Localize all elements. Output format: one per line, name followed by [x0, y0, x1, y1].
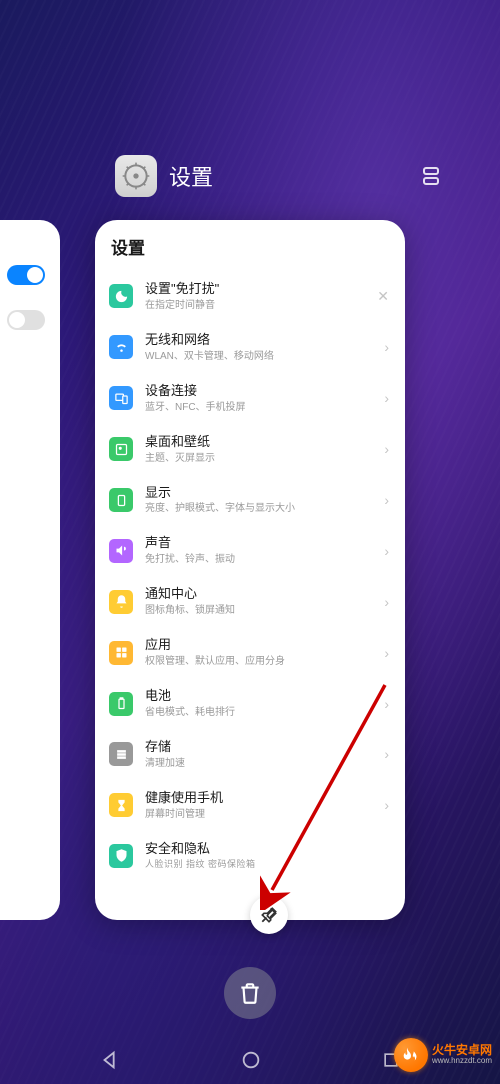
wifi-icon	[109, 335, 133, 359]
chevron-right-icon: ›	[384, 696, 389, 712]
chevron-right-icon: ›	[384, 390, 389, 406]
settings-row-sound[interactable]: 声音免打扰、铃声、振动 ›	[97, 525, 403, 576]
settings-list: 设置"免打扰"在指定时间静音 ✕ 无线和网络WLAN、双卡管理、移动网络 › 设…	[95, 271, 405, 880]
shield-icon	[109, 844, 133, 868]
watermark-url: www.hnzzdt.com	[432, 1057, 492, 1066]
recent-apps-header: 设置	[0, 155, 500, 197]
settings-row-security[interactable]: 安全和隐私人脸识别 指纹 密码保险箱	[97, 831, 403, 881]
settings-row-wallpaper[interactable]: 桌面和壁纸主题、灭屏显示 ›	[97, 424, 403, 475]
toggle-switch[interactable]	[7, 310, 45, 330]
storage-icon	[109, 742, 133, 766]
clear-all-button[interactable]	[224, 967, 276, 1019]
settings-row-battery[interactable]: 电池省电模式、耗电排行 ›	[97, 678, 403, 729]
settings-row-storage[interactable]: 存储清理加速 ›	[97, 729, 403, 780]
chevron-right-icon: ›	[384, 645, 389, 661]
bell-icon	[109, 590, 133, 614]
settings-row-device[interactable]: 设备连接蓝牙、NFC、手机投屏 ›	[97, 373, 403, 424]
app-title: 设置	[169, 160, 417, 192]
close-icon[interactable]: ✕	[377, 288, 389, 305]
chevron-right-icon: ›	[384, 339, 389, 355]
moon-icon	[109, 284, 133, 308]
battery-icon	[109, 692, 133, 716]
wallpaper-icon	[109, 437, 133, 461]
sound-icon	[109, 539, 133, 563]
chevron-right-icon: ›	[384, 543, 389, 559]
settings-app-card[interactable]: 设置 设置"免打扰"在指定时间静音 ✕ 无线和网络WLAN、双卡管理、移动网络 …	[95, 220, 405, 920]
watermark-logo-icon	[394, 1038, 428, 1072]
settings-row-wireless[interactable]: 无线和网络WLAN、双卡管理、移动网络 ›	[97, 322, 403, 373]
chevron-right-icon: ›	[384, 594, 389, 610]
settings-row-health[interactable]: 健康使用手机屏幕时间管理 ›	[97, 780, 403, 831]
toggle-switch[interactable]	[7, 265, 45, 285]
chevron-right-icon: ›	[384, 492, 389, 508]
pin-button[interactable]	[250, 896, 288, 934]
settings-row-apps[interactable]: 应用权限管理、默认应用、应用分身 ›	[97, 627, 403, 678]
chevron-right-icon: ›	[384, 441, 389, 457]
previous-app-card[interactable]	[0, 220, 60, 920]
settings-row-dnd[interactable]: 设置"免打扰"在指定时间静音 ✕	[97, 271, 403, 322]
display-icon	[109, 488, 133, 512]
home-button[interactable]	[240, 1049, 262, 1071]
back-button[interactable]	[99, 1049, 121, 1071]
settings-row-notification[interactable]: 通知中心图标角标、锁屏通知 ›	[97, 576, 403, 627]
hourglass-icon	[109, 793, 133, 817]
layout-toggle-button[interactable]	[417, 162, 445, 190]
device-icon	[109, 386, 133, 410]
chevron-right-icon: ›	[384, 797, 389, 813]
card-title: 设置	[95, 220, 405, 271]
apps-icon	[109, 641, 133, 665]
watermark: 火牛安卓网 www.hnzzdt.com	[394, 1038, 492, 1072]
settings-row-display[interactable]: 显示亮度、护眼模式、字体与显示大小 ›	[97, 475, 403, 526]
chevron-right-icon: ›	[384, 746, 389, 762]
settings-app-icon	[115, 155, 157, 197]
